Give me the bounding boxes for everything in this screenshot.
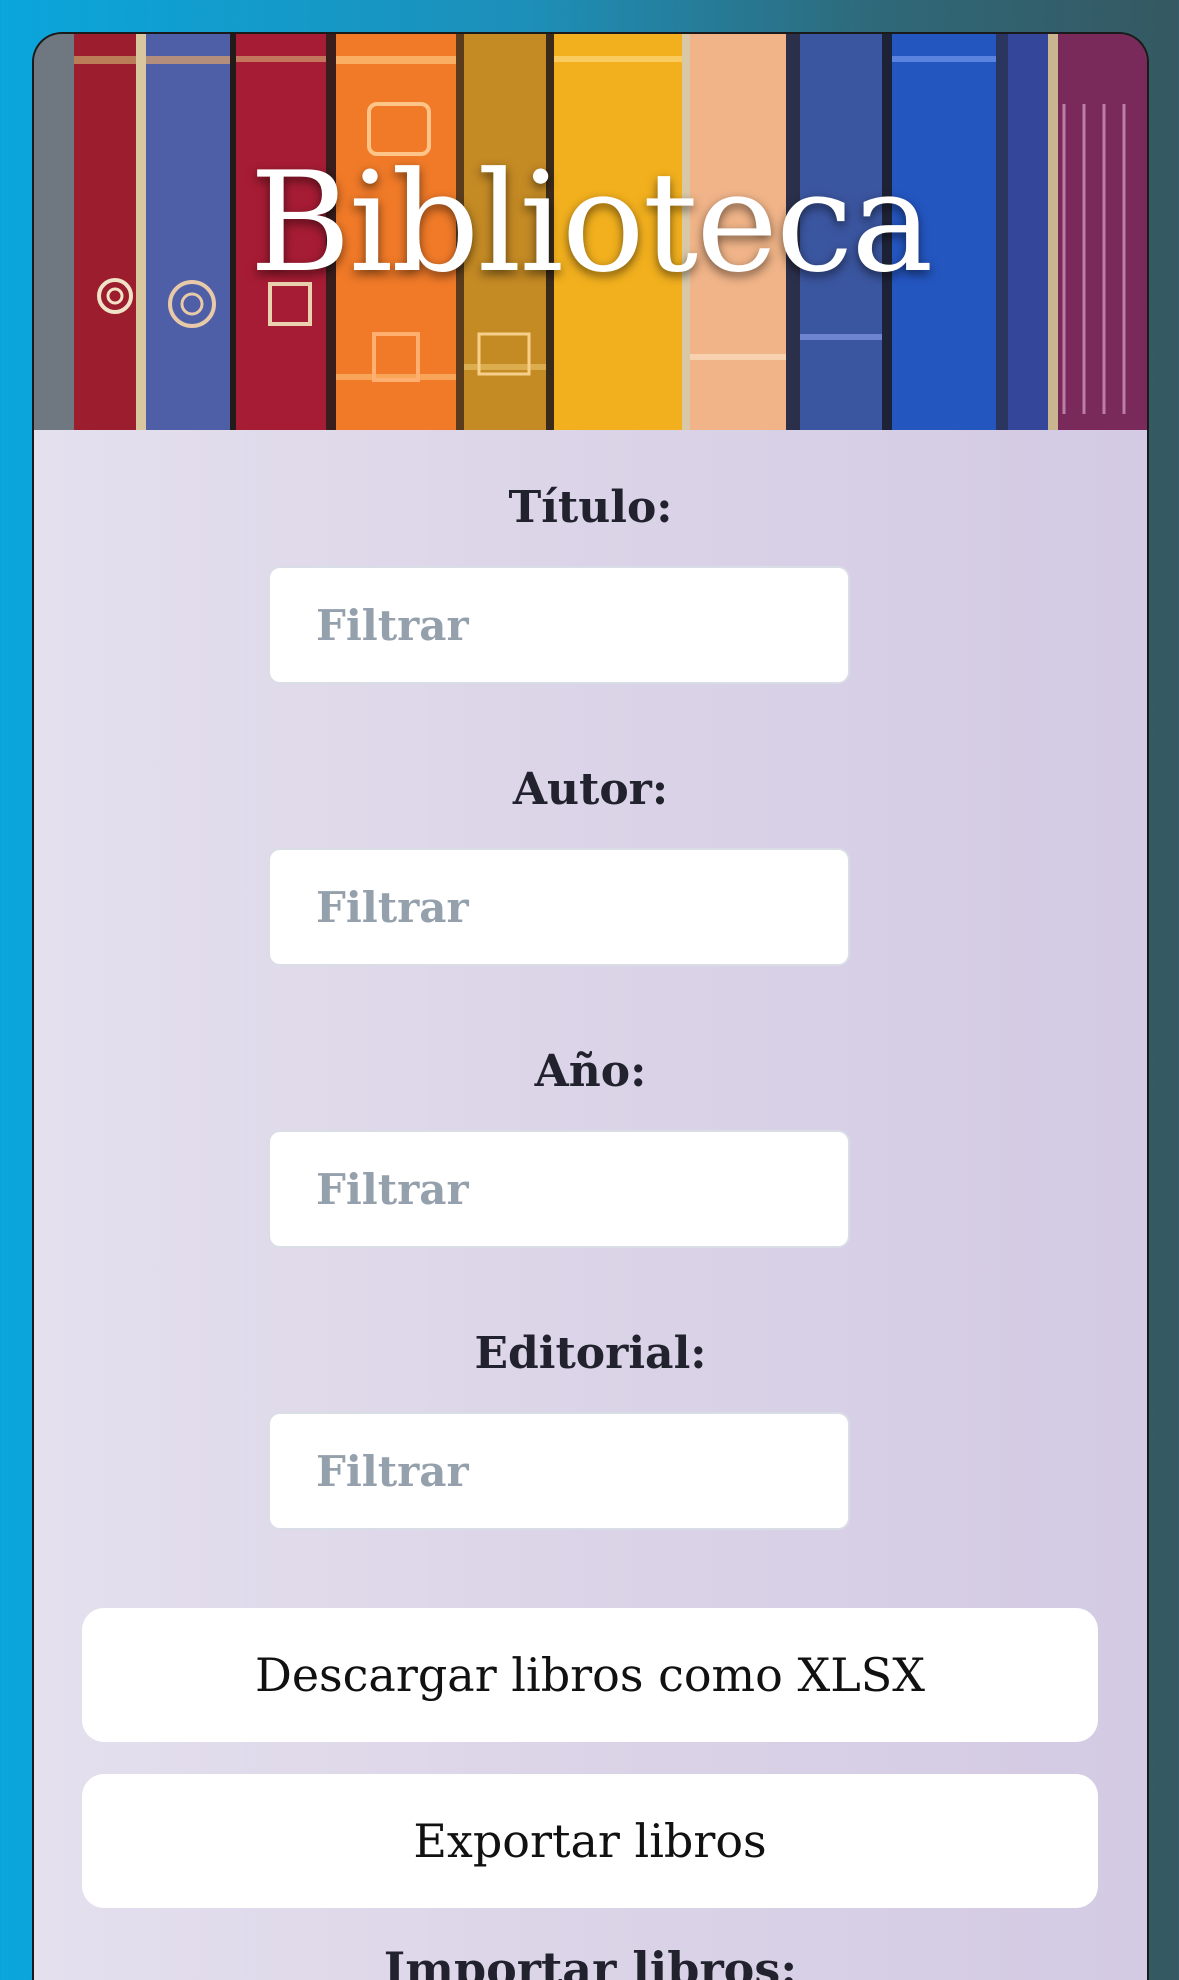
- bookshelf-banner: Biblioteca: [34, 34, 1147, 430]
- publisher-filter-input[interactable]: [268, 1412, 850, 1530]
- library-card: Biblioteca Título: Autor: Año: Editorial…: [32, 32, 1149, 1980]
- page-title: Biblioteca: [249, 142, 934, 303]
- publisher-filter-label: Editorial:: [474, 1328, 707, 1379]
- author-filter-input[interactable]: [268, 848, 850, 966]
- year-filter-label: Año:: [534, 1046, 647, 1097]
- title-filter-label: Título:: [508, 482, 673, 533]
- download-xlsx-button[interactable]: Descargar libros como XLSX: [82, 1608, 1098, 1742]
- title-filter-input[interactable]: [268, 566, 850, 684]
- year-filter-input[interactable]: [268, 1130, 850, 1248]
- export-books-button[interactable]: Exportar libros: [82, 1774, 1098, 1908]
- author-filter-label: Autor:: [512, 764, 669, 815]
- import-books-label: Importar libros:: [383, 1942, 798, 1980]
